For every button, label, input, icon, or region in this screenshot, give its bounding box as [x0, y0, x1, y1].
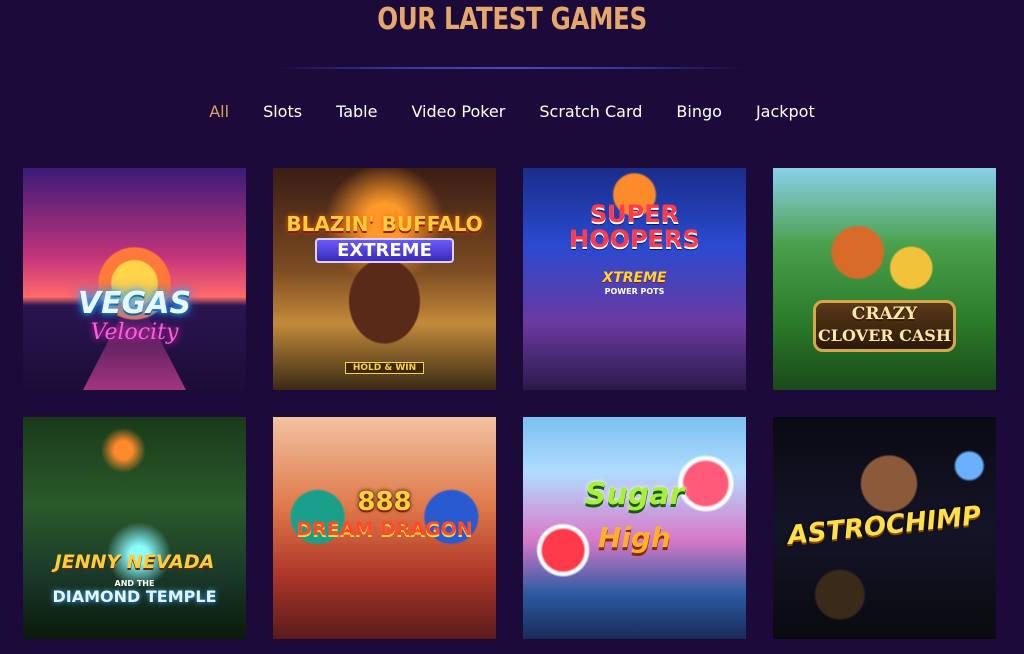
filter-bingo[interactable]: Bingo [659, 100, 739, 124]
game-title: CRAZY [851, 304, 918, 324]
game-title: JENNY NEVADA [54, 551, 215, 573]
game-tile-crazy-clover-cash[interactable]: CRAZY CLOVER CASH [773, 168, 996, 390]
game-subtitle: CLOVER CASH [818, 326, 951, 345]
game-tile-super-hoopers[interactable]: SUPER HOOPERS XTREME POWER POTS [523, 168, 746, 390]
game-subtitle: Velocity [90, 320, 179, 345]
game-tile-vegas-velocity[interactable]: VEGAS Velocity [23, 168, 246, 390]
filter-all[interactable]: All [192, 100, 246, 124]
game-subtitle-2: POWER POTS [604, 287, 665, 296]
game-subtitle: DREAM DRAGON [296, 518, 473, 540]
game-badge: HOLD & WIN [345, 362, 424, 374]
game-artwork [773, 168, 996, 390]
game-tile-888-dream-dragon[interactable]: 888 DREAM DRAGON [273, 417, 496, 639]
game-title: SUPER HOOPERS [569, 200, 700, 254]
game-tile-jenny-nevada[interactable]: JENNY NEVADA AND THE DIAMOND TEMPLE [23, 417, 246, 639]
game-title: Sugar [584, 477, 685, 512]
game-title: BLAZIN' BUFFALO [286, 212, 483, 236]
game-title: VEGAS [77, 286, 192, 321]
filter-slots[interactable]: Slots [246, 100, 319, 124]
latest-games-section: OUR LATEST GAMES All Slots Table Video P… [0, 0, 1024, 654]
game-tile-astrochimp[interactable]: ASTROCHIMP [773, 417, 996, 639]
game-subtitle: XTREME [602, 270, 667, 286]
game-tile-blazin-buffalo[interactable]: BLAZIN' BUFFALO EXTREME HOLD & WIN [273, 168, 496, 390]
game-category-filters: All Slots Table Video Poker Scratch Card… [0, 100, 1024, 124]
games-grid: VEGAS Velocity BLAZIN' BUFFALO EXTREME H… [23, 168, 996, 639]
game-subtitle: High [597, 521, 671, 554]
game-subtitle: EXTREME [315, 238, 454, 263]
filter-video-poker[interactable]: Video Poker [394, 100, 522, 124]
heading-divider [272, 67, 746, 69]
game-artwork [23, 168, 246, 390]
game-tile-sugar-high[interactable]: Sugar High [523, 417, 746, 639]
game-subtitle: DIAMOND TEMPLE [52, 587, 217, 606]
filter-jackpot[interactable]: Jackpot [739, 100, 832, 124]
game-artwork [273, 168, 496, 390]
filter-table[interactable]: Table [319, 100, 394, 124]
game-title: 888 [357, 487, 412, 517]
filter-scratch-card[interactable]: Scratch Card [522, 100, 659, 124]
section-heading: OUR LATEST GAMES [377, 2, 647, 37]
